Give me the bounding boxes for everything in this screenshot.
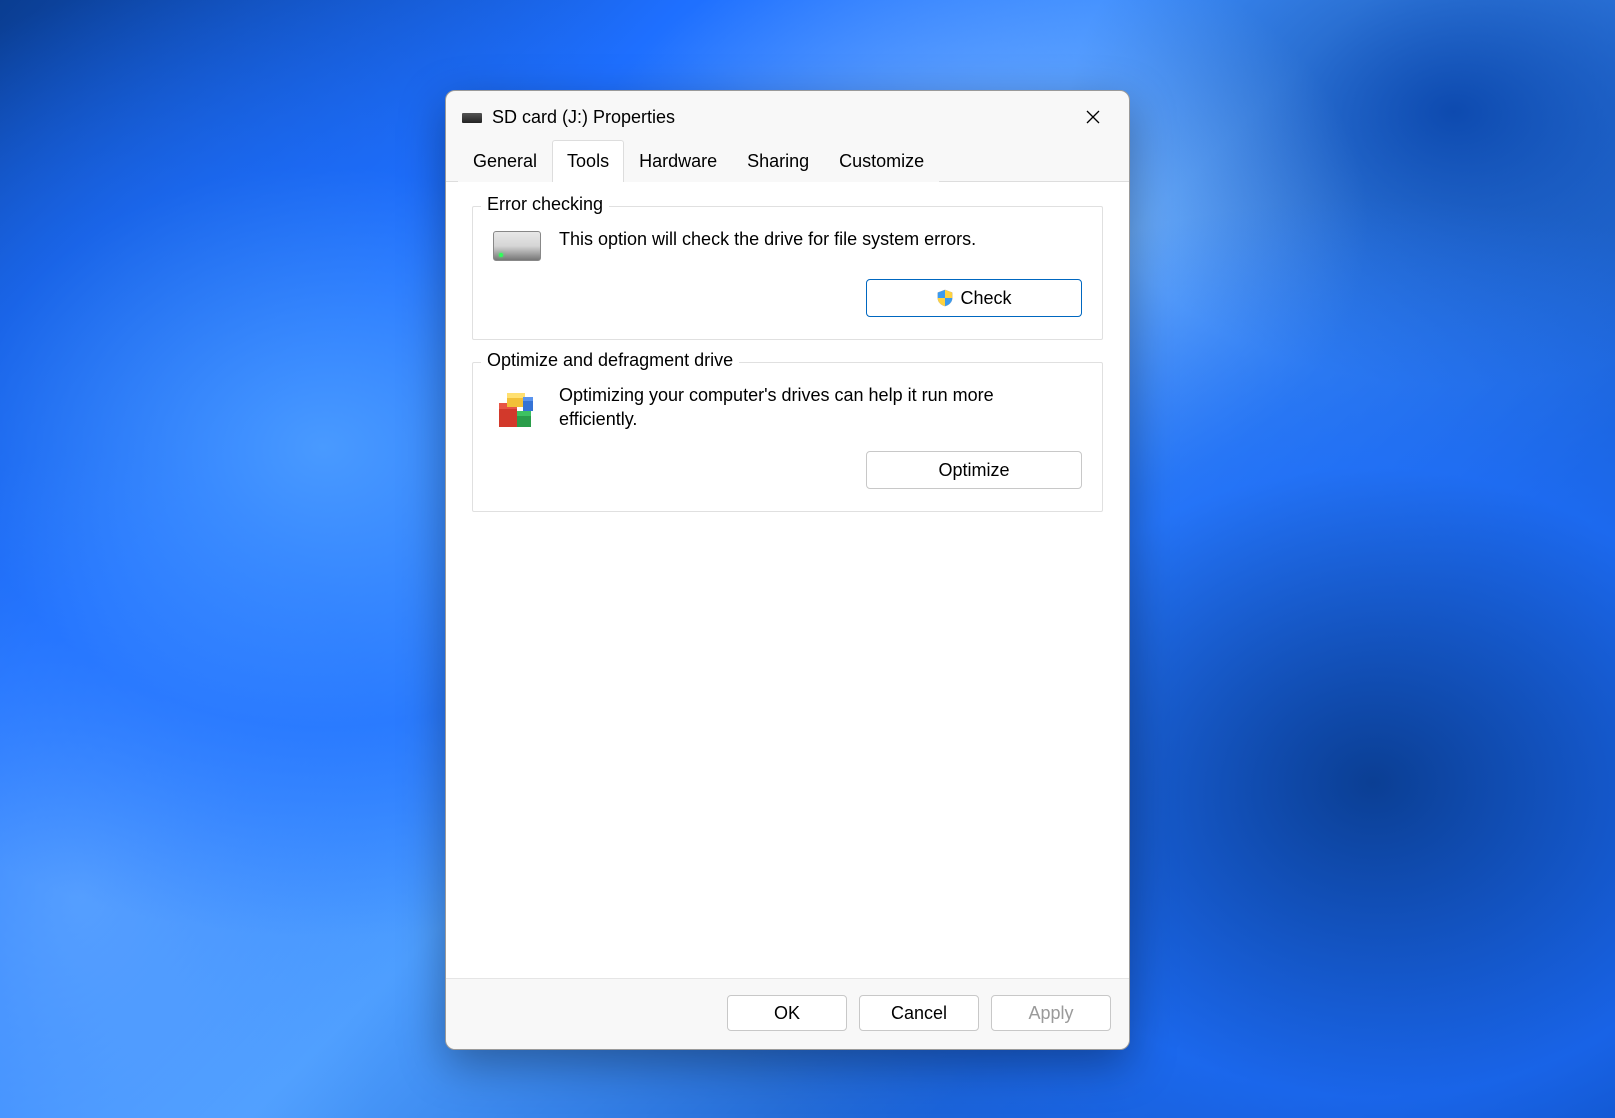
optimize-button-label: Optimize	[938, 460, 1009, 481]
tab-customize[interactable]: Customize	[824, 140, 939, 182]
tab-hardware[interactable]: Hardware	[624, 140, 732, 182]
apply-button: Apply	[991, 995, 1111, 1031]
error-checking-description: This option will check the drive for fil…	[559, 227, 976, 251]
close-icon	[1085, 109, 1101, 125]
cancel-button[interactable]: Cancel	[859, 995, 979, 1031]
tab-sharing[interactable]: Sharing	[732, 140, 824, 182]
optimize-description: Optimizing your computer's drives can he…	[559, 383, 1039, 432]
drive-icon	[493, 231, 541, 261]
window-title: SD card (J:) Properties	[492, 107, 1071, 128]
tab-tools[interactable]: Tools	[552, 140, 624, 182]
ok-button[interactable]: OK	[727, 995, 847, 1031]
uac-shield-icon	[936, 289, 954, 307]
optimize-title: Optimize and defragment drive	[481, 350, 739, 371]
titlebar[interactable]: SD card (J:) Properties	[446, 91, 1129, 139]
check-button[interactable]: Check	[866, 279, 1082, 317]
drive-titlebar-icon	[462, 113, 482, 123]
tab-strip: General Tools Hardware Sharing Customize	[446, 139, 1129, 182]
properties-dialog: SD card (J:) Properties General Tools Ha…	[445, 90, 1130, 1050]
error-checking-title: Error checking	[481, 194, 609, 215]
tab-general[interactable]: General	[458, 140, 552, 182]
optimize-button[interactable]: Optimize	[866, 451, 1082, 489]
dialog-footer: OK Cancel Apply	[446, 979, 1129, 1049]
error-checking-group: Error checking This option will check th…	[472, 206, 1103, 340]
defragment-icon	[493, 385, 541, 433]
tab-content-tools: Error checking This option will check th…	[446, 182, 1129, 979]
optimize-group: Optimize and defragment drive Optimizing…	[472, 362, 1103, 512]
check-button-label: Check	[960, 288, 1011, 309]
close-button[interactable]	[1071, 99, 1115, 135]
